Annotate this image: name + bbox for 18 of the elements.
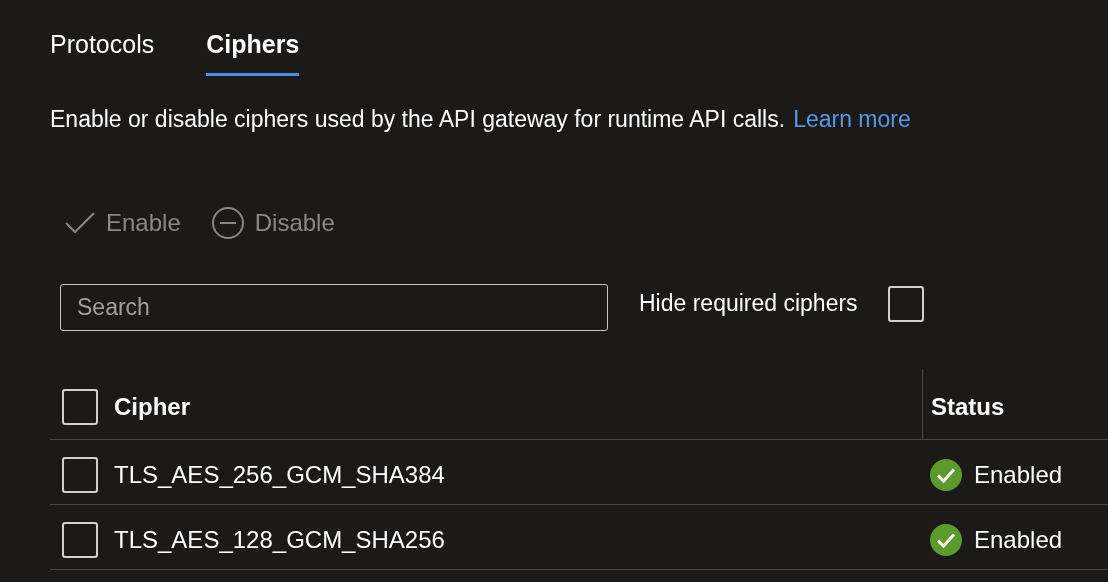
learn-more-link[interactable]: Learn more bbox=[793, 106, 911, 132]
hide-required-label: Hide required ciphers bbox=[639, 290, 858, 317]
table-cell: TLS_AES_256_GCM_SHA384 bbox=[114, 461, 445, 489]
description-text: Enable or disable ciphers used by the API gateway for runtime API calls. bbox=[50, 106, 786, 132]
checkmark-icon bbox=[64, 211, 96, 235]
status-text: Enabled bbox=[974, 461, 1063, 489]
table-cell: TLS_AES_128_GCM_SHA256 bbox=[114, 526, 445, 554]
row-checkbox[interactable] bbox=[62, 457, 98, 493]
column-header: Cipher bbox=[114, 393, 190, 421]
select-all-checkbox[interactable] bbox=[62, 389, 98, 425]
tab[interactable]: Ciphers bbox=[206, 30, 300, 76]
tab[interactable]: Protocols bbox=[50, 30, 155, 76]
minus-circle-icon bbox=[210, 206, 245, 240]
column-header: Status bbox=[931, 393, 1005, 421]
row-checkbox[interactable] bbox=[62, 522, 98, 558]
status-text: Enabled bbox=[974, 526, 1063, 554]
checkbox[interactable] bbox=[887, 285, 924, 322]
search-field[interactable]: Search bbox=[60, 284, 608, 331]
